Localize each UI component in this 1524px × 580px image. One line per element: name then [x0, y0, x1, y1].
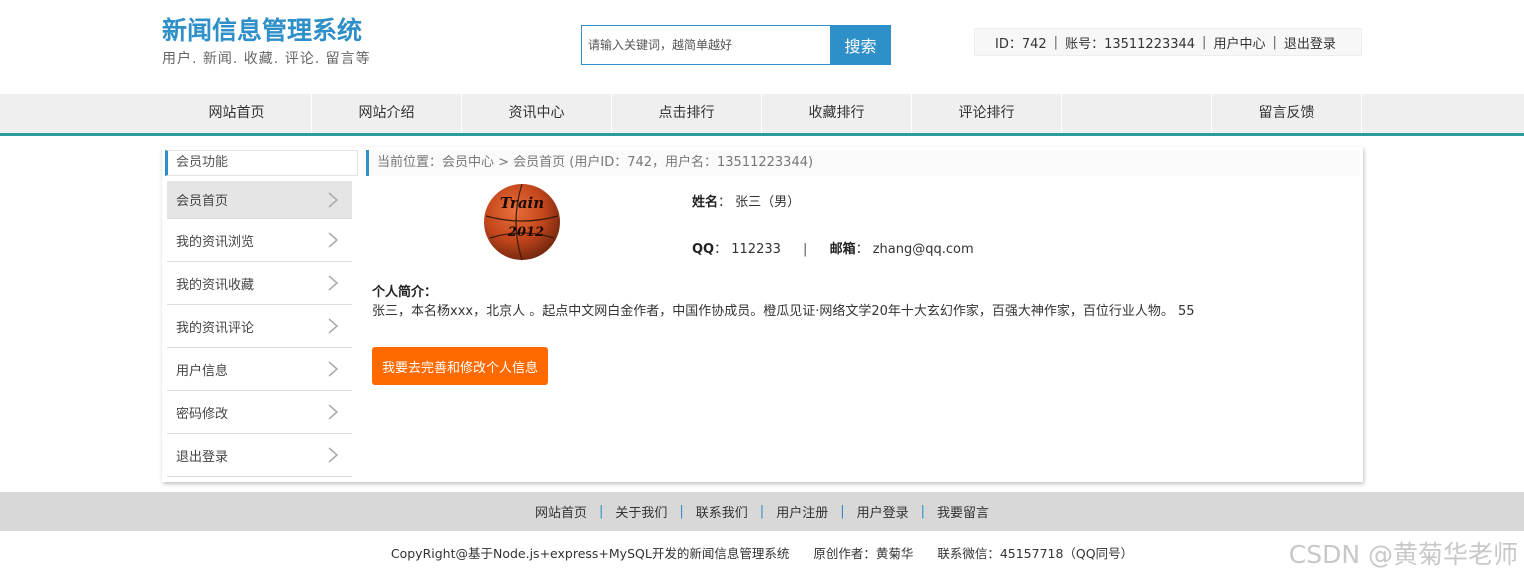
contact-text: 联系微信：45157718（QQ同号） [937, 546, 1134, 561]
separator: | [803, 242, 808, 257]
edit-profile-button[interactable]: 我要去完善和修改个人信息 [372, 347, 548, 385]
separator: | [840, 504, 845, 519]
chevron-right-icon [324, 191, 342, 209]
sidebar-item-label: 我的资讯浏览 [176, 234, 255, 250]
sidebar-item-favorites[interactable]: 我的资讯收藏 [167, 262, 352, 305]
nav-item-feedback[interactable]: 留言反馈 [1212, 94, 1362, 133]
name-label: 姓名 [692, 195, 719, 210]
footer-link-contact[interactable]: 联系我们 [696, 502, 748, 521]
ball-brand-text: Train [500, 194, 544, 212]
sidebar-item-label: 我的资讯评论 [176, 320, 255, 336]
profile-contact: QQ： 112233 | 邮箱： zhang@qq.com [692, 242, 974, 257]
logout-link[interactable]: 退出登录 [1284, 33, 1336, 52]
basketball-image: Train 2012 [484, 183, 560, 261]
main-nav: 网站首页 网站介绍 资讯中心 点击排行 收藏排行 评论排行 留言反馈 [0, 94, 1524, 136]
user-account: 账号：13511223344 [1065, 36, 1196, 52]
email-value: zhang@qq.com [872, 242, 974, 257]
nav-item-favorite-rank[interactable]: 收藏排行 [762, 94, 912, 133]
email-label: 邮箱 [829, 242, 856, 257]
sidebar-title: 会员功能 [165, 150, 358, 176]
sidebar-item-browse-history[interactable]: 我的资讯浏览 [167, 219, 352, 262]
user-id: ID：742 [995, 36, 1047, 52]
bio-label: 个人简介： [372, 285, 438, 300]
sidebar-item-logout[interactable]: 退出登录 [167, 434, 352, 477]
nav-spacer [1062, 94, 1212, 133]
sidebar-item-label: 我的资讯收藏 [176, 277, 255, 293]
bio-text: 张三，本名杨xxx，北京人 。起点中文网白金作者，中国作协成员。橙瓜见证·网络文… [372, 304, 1195, 319]
qq-value: 112233 [731, 242, 781, 257]
separator: | [679, 504, 684, 519]
footer-links: 网站首页 | 关于我们 | 联系我们 | 用户注册 | 用户登录 | 我要留言 [0, 492, 1524, 531]
sidebar-item-member-home[interactable]: 会员首页 [167, 181, 352, 219]
footer-link-login[interactable]: 用户登录 [857, 502, 909, 521]
sidebar-item-label: 会员首页 [176, 194, 229, 209]
sidebar-item-label: 密码修改 [176, 406, 229, 422]
nav-item-news[interactable]: 资讯中心 [462, 94, 612, 133]
chevron-right-icon [324, 446, 342, 464]
breadcrumb: 当前位置：会员中心 > 会员首页 (用户ID：742，用户名：135112233… [366, 150, 1360, 176]
separator: | [1202, 34, 1207, 50]
chevron-right-icon [324, 360, 342, 378]
search-input[interactable] [581, 25, 830, 65]
chevron-right-icon [324, 317, 342, 335]
nav-item-home[interactable]: 网站首页 [162, 94, 312, 133]
separator: | [1053, 34, 1059, 50]
site-logo[interactable]: 新闻信息管理系统 用户. 新闻. 收藏. 评论. 留言等 [162, 16, 371, 69]
nav-item-about[interactable]: 网站介绍 [312, 94, 462, 133]
user-bar: ID：742 | 账号：13511223344 | 用户中心 | 退出登录 [974, 28, 1362, 56]
ball-year-text: 2012 [507, 225, 544, 240]
footer-link-register[interactable]: 用户注册 [776, 502, 828, 521]
nav-item-comment-rank[interactable]: 评论排行 [912, 94, 1062, 133]
user-center-link[interactable]: 用户中心 [1213, 33, 1265, 52]
separator: | [1272, 34, 1277, 50]
site-title: 新闻信息管理系统 [162, 16, 363, 45]
sidebar-menu: 会员首页 我的资讯浏览 我的资讯收藏 我的资讯评论 用户信息 密码修改 退出登录 [167, 181, 352, 477]
footer-link-message[interactable]: 我要留言 [937, 502, 989, 521]
chevron-right-icon [324, 274, 342, 292]
sidebar-item-label: 退出登录 [176, 449, 229, 465]
main-panel: 会员功能 会员首页 我的资讯浏览 我的资讯收藏 我的资讯评论 用户信息 密码修改… [162, 147, 1363, 482]
qq-label: QQ [692, 242, 715, 257]
footer-link-home[interactable]: 网站首页 [535, 502, 587, 521]
chevron-right-icon [324, 403, 342, 421]
copyright-text: CopyRight@基于Node.js+express+MySQL开发的新闻信息… [390, 546, 790, 561]
separator: | [598, 504, 604, 519]
separator: | [759, 504, 765, 519]
sidebar-item-comments[interactable]: 我的资讯评论 [167, 305, 352, 348]
author-text: 原创作者：黄菊华 [813, 546, 914, 561]
watermark: CSDN @黄菊华老师 [1288, 540, 1518, 569]
search-button[interactable]: 搜索 [830, 25, 891, 65]
page: 新闻信息管理系统 用户. 新闻. 收藏. 评论. 留言等 搜索 ID：742 |… [0, 0, 1524, 580]
separator: | [920, 504, 925, 519]
nav-item-click-rank[interactable]: 点击排行 [612, 94, 762, 133]
avatar: Train 2012 [480, 182, 564, 262]
chevron-right-icon [324, 231, 342, 249]
search-box: 搜索 [581, 25, 891, 65]
footer-link-about[interactable]: 关于我们 [615, 502, 667, 521]
profile-name: 姓名： 张三（男） [692, 195, 801, 210]
sidebar-item-user-info[interactable]: 用户信息 [167, 348, 352, 391]
name-value: 张三（男） [735, 195, 801, 210]
sidebar-item-change-password[interactable]: 密码修改 [167, 391, 352, 434]
sidebar-item-label: 用户信息 [176, 363, 229, 379]
site-subtitle: 用户. 新闻. 收藏. 评论. 留言等 [162, 51, 371, 67]
